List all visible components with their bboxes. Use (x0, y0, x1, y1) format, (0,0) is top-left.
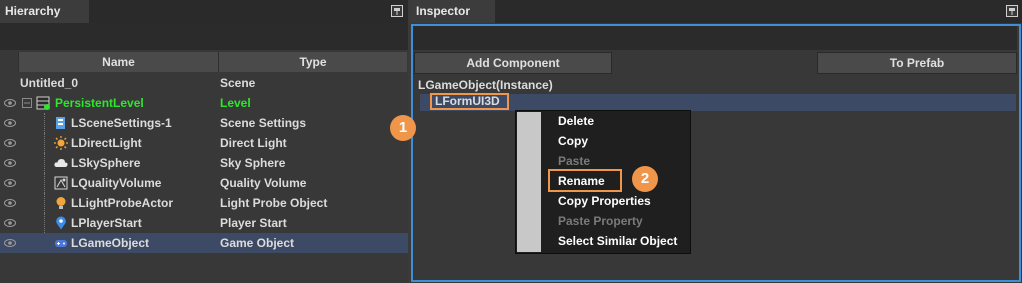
row-name: LDirectLight (71, 136, 142, 150)
menu-item-paste: Paste (558, 154, 591, 168)
row-type: Direct Light (220, 136, 287, 150)
inspector-tab-bar: Inspector (411, 0, 1022, 23)
row-name: LQualityVolume (71, 176, 162, 190)
column-header-name[interactable]: Name (18, 52, 218, 72)
row-name: LGameObject (71, 236, 150, 250)
menu-item-select-similar-object[interactable]: Select Similar Object (558, 231, 677, 251)
row-type: Quality Volume (220, 176, 307, 190)
row-name: PersistentLevel (55, 96, 144, 110)
inspector-tab[interactable]: Inspector (411, 0, 495, 23)
scene-settings-icon (56, 117, 65, 129)
menu-item-delete[interactable]: Delete (558, 111, 594, 131)
lightbulb-icon (56, 197, 66, 209)
hierarchy-panel: Hierarchy Name Type Untitled_0 Scene Per… (0, 0, 408, 283)
hierarchy-row-sky-sphere[interactable]: LSkySphere Sky Sphere (0, 153, 408, 173)
row-type: Player Start (220, 216, 287, 230)
menu-item-copy[interactable]: Copy (558, 131, 588, 151)
inspector-search-bar[interactable] (413, 26, 1017, 50)
menu-item-copy-properties[interactable]: Copy Properties (558, 191, 651, 211)
hierarchy-row-scene-settings[interactable]: LSceneSettings-1 Scene Settings (0, 113, 408, 133)
eye-icon[interactable] (4, 198, 16, 208)
hierarchy-row-untitled[interactable]: Untitled_0 Scene (0, 73, 408, 93)
tree-line (44, 153, 45, 173)
pin-icon[interactable] (1006, 5, 1018, 17)
hierarchy-row-game-object[interactable]: LGameObject Game Object (0, 233, 408, 253)
instance-label: LGameObject(Instance) (418, 78, 553, 92)
component-name: LFormUI3D (435, 94, 500, 108)
hierarchy-row-persistent-level[interactable]: PersistentLevel Level (0, 93, 408, 113)
eye-icon[interactable] (4, 238, 16, 248)
column-header-type[interactable]: Type (218, 52, 407, 72)
row-type: Game Object (220, 236, 295, 250)
row-type: Scene Settings (220, 116, 307, 130)
hierarchy-row-player-start[interactable]: LPlayerStart Player Start (0, 213, 408, 233)
map-pin-icon (56, 216, 66, 230)
inspector-panel: Inspector Add Component To Prefab LGameO… (411, 0, 1022, 283)
row-name: LSkySphere (71, 156, 141, 170)
cloud-icon (54, 159, 68, 167)
eye-icon[interactable] (4, 118, 16, 128)
row-name: LLightProbeActor (71, 196, 173, 210)
menu-item-paste-property: Paste Property (558, 214, 643, 228)
add-component-button[interactable]: Add Component (414, 52, 612, 74)
quality-volume-icon (54, 176, 68, 190)
pin-icon[interactable] (391, 5, 403, 17)
row-type: Level (220, 96, 251, 110)
eye-icon[interactable] (4, 218, 16, 228)
step-1-badge: 1 (390, 115, 416, 141)
hierarchy-row-light-probe[interactable]: LLightProbeActor Light Probe Object (0, 193, 408, 213)
tree-line (44, 173, 45, 193)
to-prefab-button[interactable]: To Prefab (817, 52, 1017, 74)
hierarchy-tab-bar: Hierarchy (0, 0, 408, 23)
collapse-icon[interactable] (22, 98, 32, 108)
tree-line (44, 193, 45, 213)
hierarchy-row-quality-volume[interactable]: LQualityVolume Quality Volume (0, 173, 408, 193)
eye-icon[interactable] (4, 178, 16, 188)
menu-gutter (517, 112, 541, 252)
hierarchy-row-direct-light[interactable]: LDirectLight Direct Light (0, 133, 408, 153)
level-icon (36, 96, 50, 110)
row-name: LPlayerStart (71, 216, 142, 230)
sun-icon (54, 136, 68, 150)
eye-icon[interactable] (4, 138, 16, 148)
tree-line (44, 133, 45, 153)
eye-icon[interactable] (4, 158, 16, 168)
gamepad-icon (55, 240, 67, 247)
rename-highlight (548, 169, 622, 192)
hierarchy-search-bar[interactable] (0, 23, 408, 50)
tree-line (44, 213, 45, 233)
row-type: Scene (220, 76, 256, 90)
tree-line (44, 113, 45, 133)
row-name: Untitled_0 (20, 76, 79, 90)
row-name: LSceneSettings-1 (71, 116, 172, 130)
row-type: Light Probe Object (220, 196, 328, 210)
row-type: Sky Sphere (220, 156, 286, 170)
step-2-badge: 2 (632, 166, 658, 192)
component-row[interactable] (420, 94, 1016, 111)
hierarchy-tab[interactable]: Hierarchy (0, 0, 89, 23)
eye-icon[interactable] (4, 98, 16, 108)
